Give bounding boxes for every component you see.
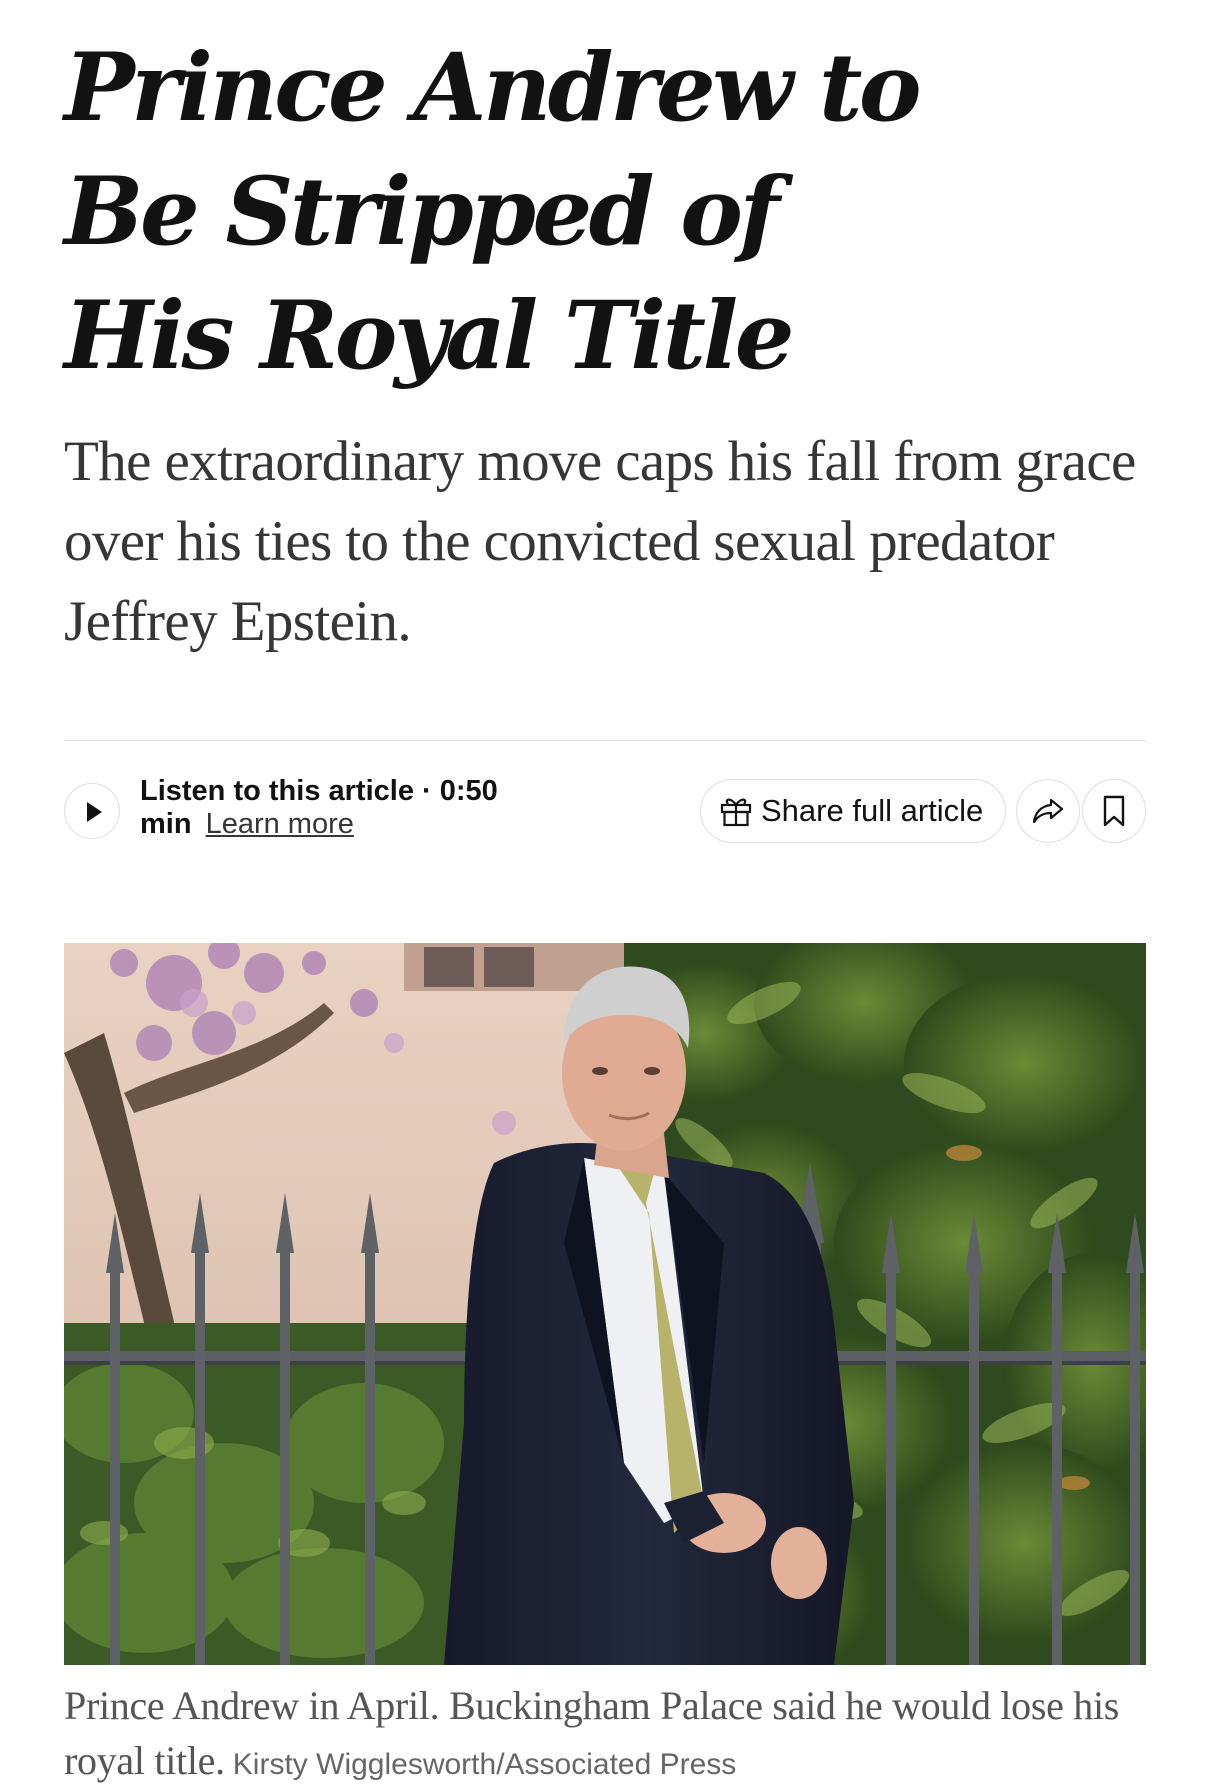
article-summary: The extraordinary move caps his fall fro… bbox=[64, 430, 1136, 653]
article: Prince Andrew to Be Stripped of His Roya… bbox=[64, 0, 1146, 1783]
photo-credit: Kirsty Wigglesworth/Associated Press bbox=[232, 1748, 737, 1781]
share-full-article-button[interactable]: Share full article bbox=[700, 779, 1006, 843]
forward-button[interactable] bbox=[1016, 779, 1080, 843]
play-button[interactable] bbox=[64, 783, 120, 839]
article-toolbar: Listen to this article · 0:50 min Learn m… bbox=[64, 741, 1146, 851]
article-photo bbox=[64, 943, 1146, 1665]
bookmark-button[interactable] bbox=[1082, 779, 1146, 843]
learn-more-link[interactable]: Learn more bbox=[206, 808, 354, 840]
gift-icon bbox=[719, 794, 753, 828]
bookmark-icon bbox=[1103, 795, 1125, 827]
play-icon bbox=[87, 802, 102, 822]
headline: Prince Andrew to Be Stripped of His Roya… bbox=[64, 33, 922, 391]
photo-caption: Prince Andrew in April. Buckingham Palac… bbox=[64, 1678, 1146, 1792]
share-label: Share full article bbox=[761, 793, 984, 828]
listen-to-article: Listen to this article · 0:50 min Learn m… bbox=[140, 775, 540, 841]
forward-icon bbox=[1032, 798, 1064, 824]
